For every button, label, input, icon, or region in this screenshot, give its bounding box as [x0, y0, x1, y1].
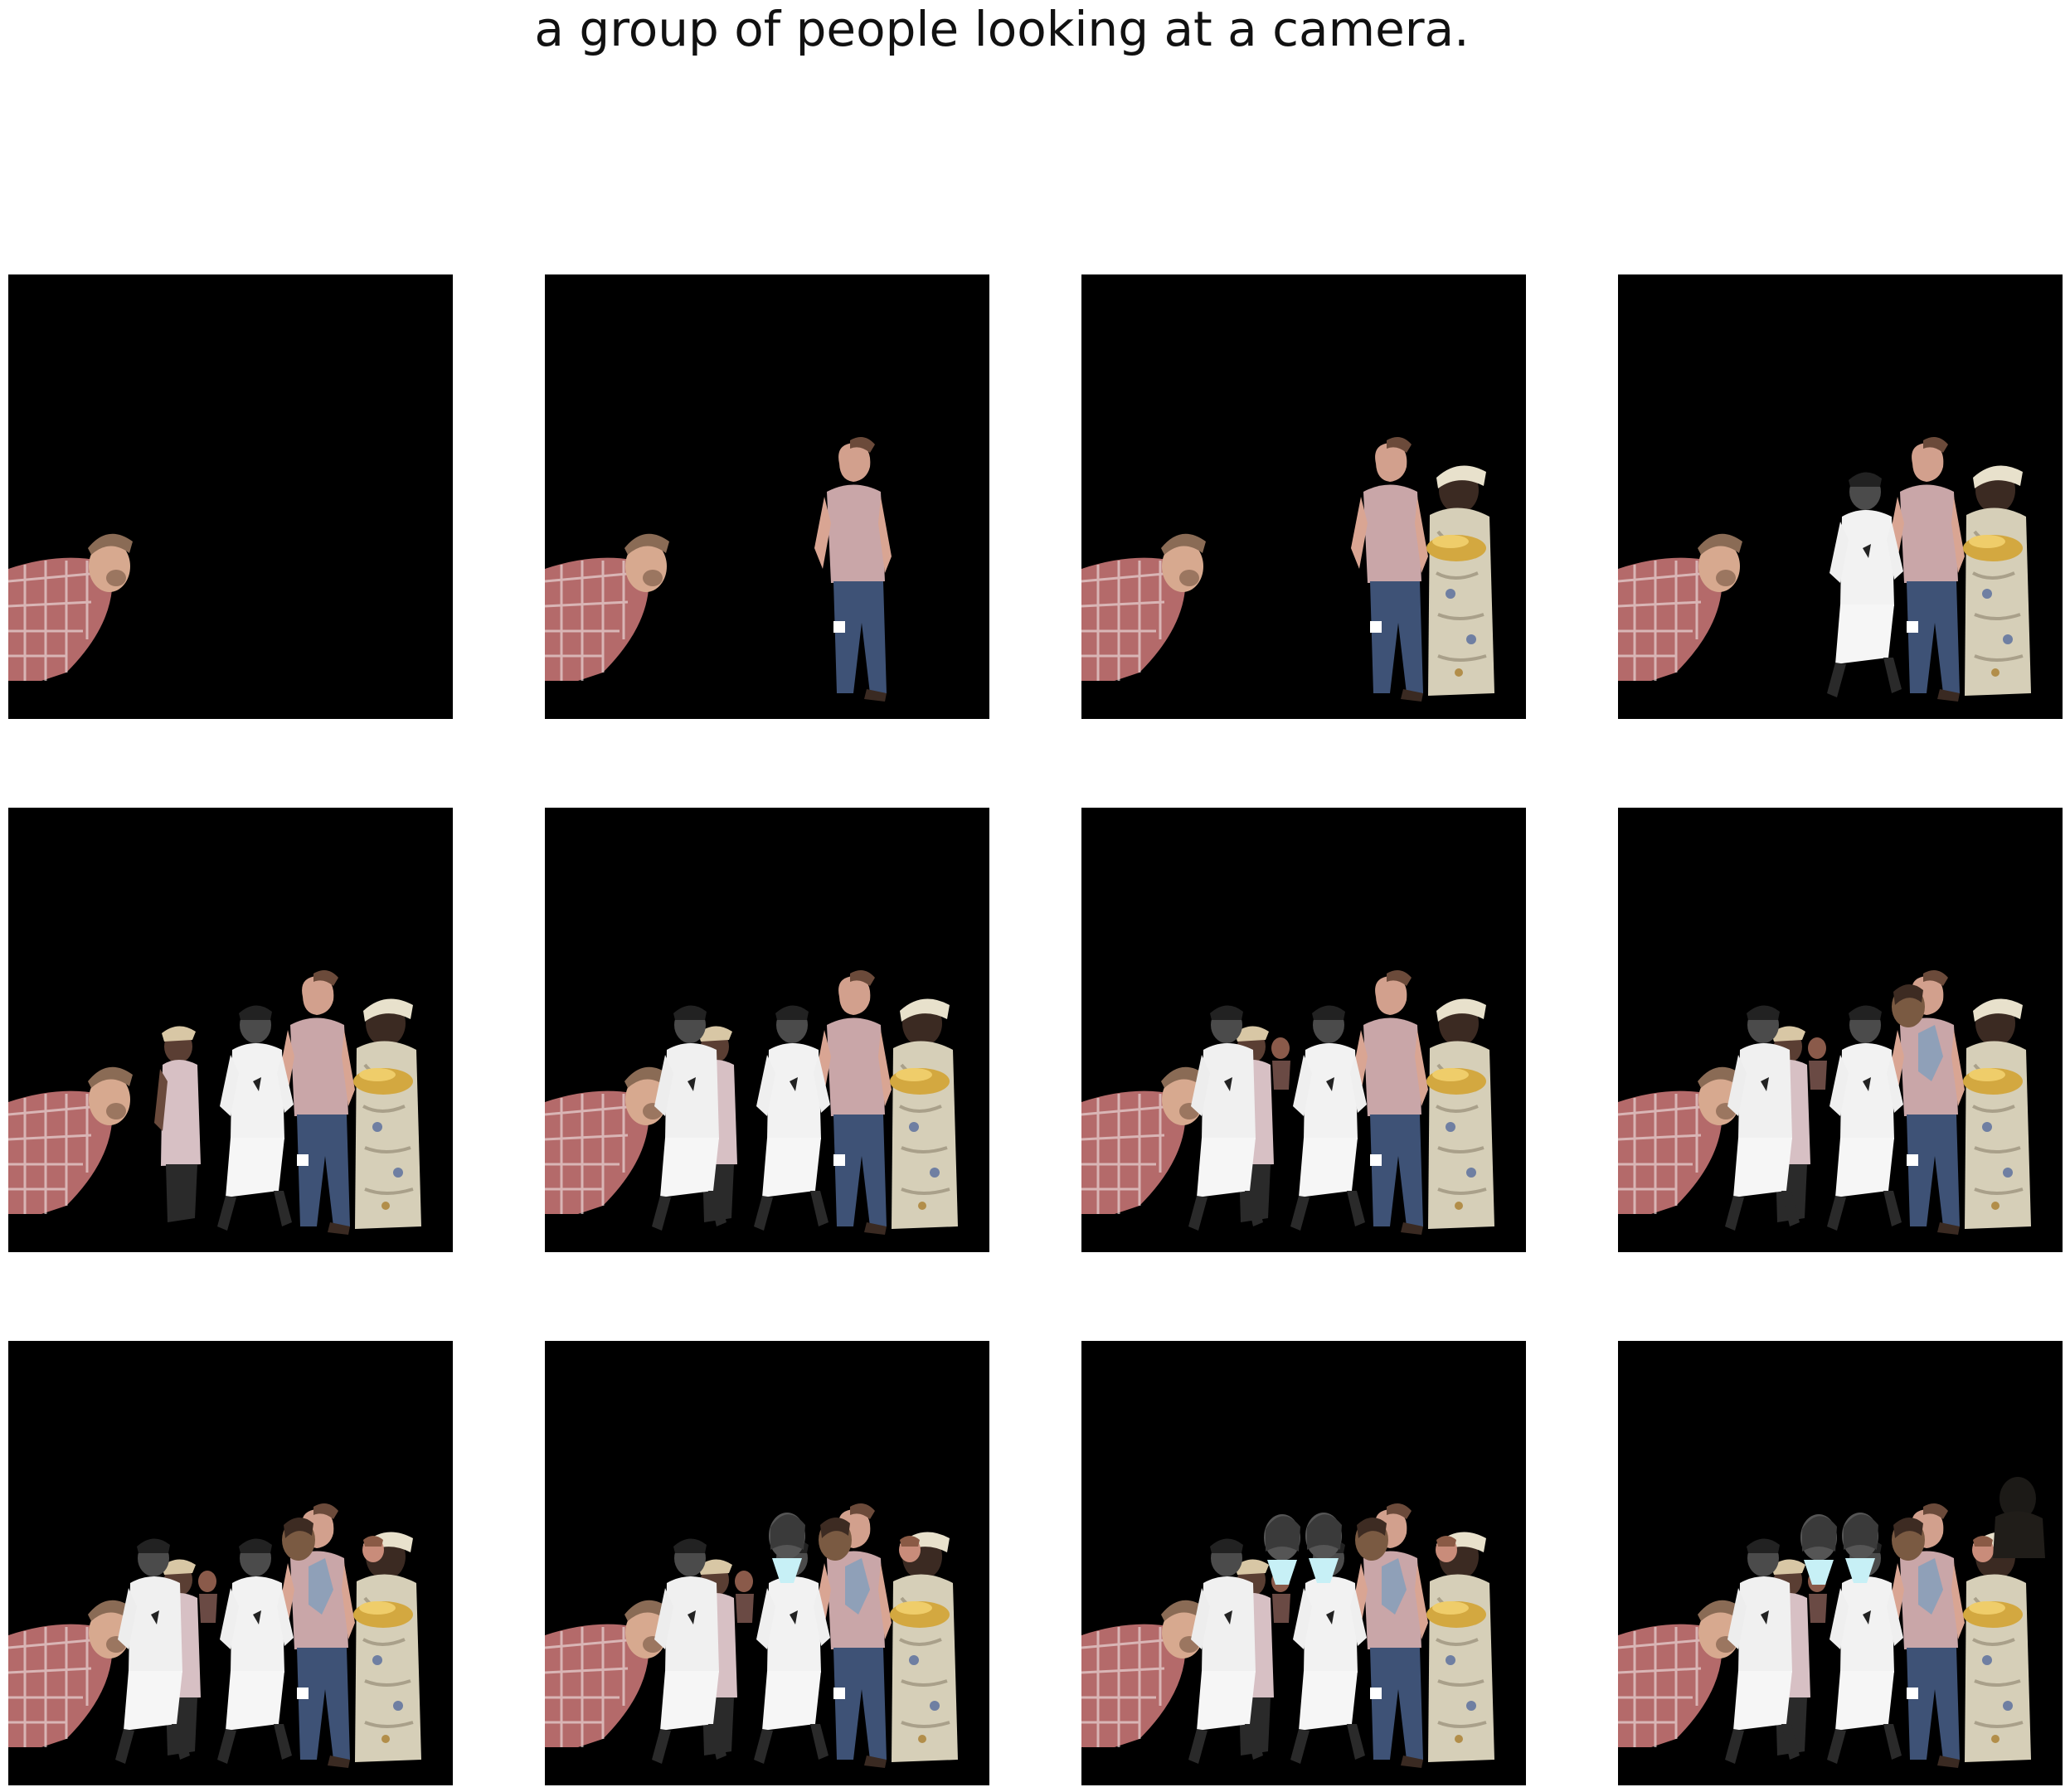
image-panel-2	[545, 274, 989, 719]
figure-man-cap	[154, 1026, 201, 1222]
figure-small-head	[1271, 1037, 1290, 1090]
image-panel-12	[1618, 1341, 2063, 1785]
figure-man-grey-tshirt	[814, 437, 892, 702]
figure-man-checked-shirt	[8, 1066, 133, 1214]
figure-woman-patterned-dress	[353, 1532, 421, 1762]
figure-dark-silhouette	[1993, 1477, 2045, 1558]
figure-man-checked-shirt	[545, 533, 669, 681]
image-panel-5	[8, 808, 453, 1252]
figure-woman-patterned-dress	[1963, 1532, 2031, 1762]
figure-small-head	[1808, 1037, 1827, 1090]
figure-baseball-player-1	[1827, 1005, 1903, 1231]
image-panel-11	[1081, 1341, 1526, 1785]
image-panel-1	[8, 274, 453, 719]
figure-woman-patterned-dress	[1963, 998, 2031, 1229]
figure-small-head-2	[899, 1536, 921, 1562]
figure-grey-hair-head-2	[1800, 1514, 1837, 1585]
figure-woman-patterned-dress	[353, 998, 421, 1229]
figure-woman-patterned-dress	[1426, 1532, 1494, 1762]
image-panel-10	[545, 1341, 989, 1785]
figure-small-head-2	[1972, 1536, 1994, 1562]
image-panel-6	[545, 808, 989, 1252]
figure-man-checked-shirt	[545, 1066, 669, 1214]
figure-baseball-player-1	[1290, 1005, 1367, 1231]
figure-man-checked-shirt	[1618, 1066, 1742, 1214]
figure-title: a group of people looking at a camera.	[534, 1, 1470, 57]
figure-man-grey-tshirt	[1351, 437, 1428, 702]
figure-woman-patterned-dress	[1426, 998, 1494, 1229]
figure-woman-patterned-dress	[890, 998, 958, 1229]
figure-baseball-player-1	[217, 1538, 294, 1764]
figure-small-head-2	[362, 1536, 384, 1562]
figure-small-head	[735, 1571, 754, 1623]
figure-baseball-player-1	[217, 1005, 294, 1231]
image-panel-7	[1081, 808, 1526, 1252]
image-panel-3	[1081, 274, 1526, 719]
figure-man-checked-shirt	[1081, 533, 1206, 681]
figure-man-checked-shirt	[8, 1600, 133, 1747]
figure-woman-patterned-dress	[890, 1532, 958, 1762]
figure-man-checked-shirt	[1618, 533, 1742, 681]
figure-small-head	[198, 1571, 217, 1623]
figure-man-checked-shirt	[8, 533, 133, 681]
figure-baseball-player-1	[1827, 472, 1903, 697]
figure-woman-patterned-dress	[1426, 465, 1494, 696]
figure-baseball-player-1	[754, 1005, 830, 1231]
image-panel-8	[1618, 808, 2063, 1252]
image-panel-9	[8, 1341, 453, 1785]
figure-man-checked-shirt	[1081, 1066, 1206, 1214]
figure-man-checked-shirt	[1618, 1600, 1742, 1747]
figure-grey-hair-head-2	[1264, 1514, 1300, 1585]
figure-small-head-2	[1436, 1536, 1457, 1562]
figure-man-checked-shirt	[545, 1600, 669, 1747]
figure-man-checked-shirt	[1081, 1600, 1206, 1747]
figure-woman-patterned-dress	[1963, 465, 2031, 696]
image-panel-4	[1618, 274, 2063, 719]
